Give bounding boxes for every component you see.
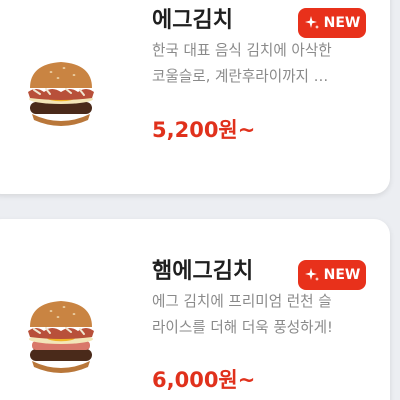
badge-label: NEW	[323, 267, 361, 283]
description-line: 에그 김치에 프리미엄 런천 슬	[152, 293, 332, 310]
description-line: 코울슬로, 계란후라이까지 …	[152, 68, 329, 85]
menu-item-card[interactable]: 햄에그김치 NEW 에그 김치에 프리미엄 런천 슬 라이스를 더해 더욱 풍성…	[0, 219, 390, 400]
description-line: 한국 대표 음식 김치에 아삭한	[152, 42, 332, 59]
menu-item-name: 에그김치	[152, 8, 233, 33]
burger-image	[16, 48, 106, 138]
menu-item-description: 한국 대표 음식 김치에 아삭한 코울슬로, 계란후라이까지 …	[152, 38, 366, 90]
new-badge: NEW	[298, 8, 366, 38]
burger-image	[16, 289, 106, 379]
badge-label: NEW	[323, 15, 361, 31]
menu-item-price: 6,000원~	[152, 368, 256, 392]
menu-list: 에그김치 NEW 한국 대표 음식 김치에 아삭한 코울슬로, 계란후라이까지 …	[0, 0, 400, 400]
menu-item-name: 햄에그김치	[152, 259, 254, 284]
menu-item-description: 에그 김치에 프리미엄 런천 슬 라이스를 더해 더욱 풍성하게!	[152, 289, 366, 341]
menu-item-price: 5,200원~	[152, 118, 256, 142]
description-line: 라이스를 더해 더욱 풍성하게!	[152, 319, 333, 336]
sparkle-icon	[304, 16, 319, 29]
new-badge: NEW	[298, 260, 366, 290]
menu-item-card[interactable]: 에그김치 NEW 한국 대표 음식 김치에 아삭한 코울슬로, 계란후라이까지 …	[0, 0, 390, 194]
sparkle-icon	[304, 268, 319, 281]
